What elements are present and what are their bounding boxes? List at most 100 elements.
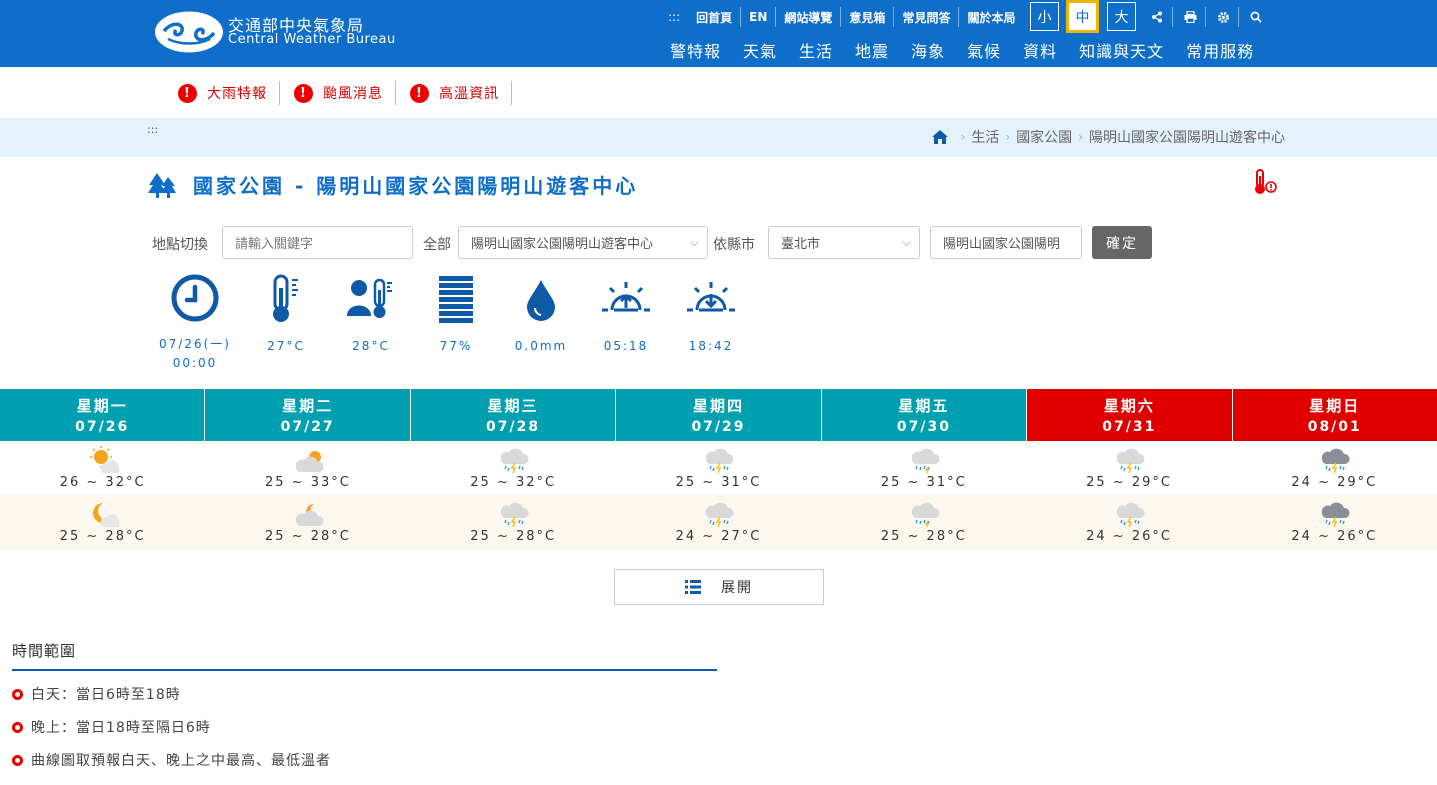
link-sitemap[interactable]: 網站導覽: [776, 9, 840, 26]
day-name: 星期二: [282, 397, 334, 415]
nav-data[interactable]: 資料: [1023, 38, 1057, 62]
day-temp-range: 25 ~ 29°C: [1086, 475, 1172, 490]
location-switch-label: 地點切換: [152, 237, 208, 253]
breadcrumb-current: 陽明山國家公園陽明山遊客中心: [1089, 130, 1285, 146]
nav-climate[interactable]: 氣候: [967, 38, 1001, 62]
location-select[interactable]: 陽明山國家公園陽明山遊客中心 ⌵: [458, 226, 708, 259]
night-temp-range: 25 ~ 28°C: [265, 529, 351, 544]
high-temp-icon[interactable]: [1252, 168, 1278, 196]
breadcrumb-national-park[interactable]: 國家公園: [1016, 127, 1072, 147]
nav-earthquake[interactable]: 地震: [855, 38, 889, 62]
link-english[interactable]: EN: [741, 10, 775, 24]
confirm-button[interactable]: 確定: [1092, 226, 1152, 259]
sunrise-icon: [602, 282, 650, 312]
forecast-day-cell[interactable]: 25 ~ 32°C: [411, 441, 616, 495]
thunder-rain-icon: [706, 448, 735, 474]
day-date: 07/28: [486, 419, 541, 435]
alert-label: 大雨特報: [207, 86, 267, 102]
bullet-icon: [12, 754, 23, 766]
forecast-day-cell[interactable]: 24 ~ 29°C: [1232, 441, 1437, 495]
current-time-date: 07/26(一): [159, 337, 231, 351]
font-size-small-button[interactable]: 小: [1030, 2, 1059, 31]
forecast-night-cell[interactable]: 25 ~ 28°C: [821, 495, 1026, 549]
day-temp-range: 24 ~ 29°C: [1291, 475, 1378, 490]
thermometer-icon: [273, 274, 298, 322]
expand-button[interactable]: 展開: [614, 569, 824, 605]
day-name: 星期一: [76, 397, 128, 415]
cwb-logo[interactable]: [154, 11, 224, 53]
settings-icon[interactable]: [1214, 8, 1232, 26]
chevron-down-icon: ⌵: [689, 235, 699, 249]
sunset-icon: [687, 282, 735, 312]
note-text: 晚上：當日18時至隔日6時: [31, 720, 211, 736]
tree-icon: [148, 172, 176, 198]
nav-weather[interactable]: 天氣: [743, 38, 777, 62]
forecast-night-cell[interactable]: 25 ~ 28°C: [205, 495, 410, 549]
forecast-day-cell[interactable]: 26 ~ 32°C: [0, 441, 205, 495]
cloudy-moon-icon: [295, 504, 324, 526]
forecast-night-cell[interactable]: 25 ~ 28°C: [411, 495, 616, 549]
exclamation-icon: !: [178, 83, 197, 103]
current-sunset: 18:42: [669, 274, 753, 356]
current-time-hour: 00:00: [172, 356, 218, 370]
forecast-night-cell[interactable]: 24 ~ 27°C: [616, 495, 821, 549]
thunder-rain-icon: [1116, 448, 1145, 474]
note-text: 白天：當日6時至18時: [31, 687, 181, 703]
chevron-right-icon: ›: [1005, 130, 1011, 144]
day-date: 07/29: [691, 419, 746, 435]
day-date: 07/26: [75, 419, 130, 435]
nav-life[interactable]: 生活: [799, 38, 833, 62]
link-about[interactable]: 關於本局: [959, 9, 1023, 26]
forecast-day-header: 星期三 07/28: [410, 389, 617, 441]
search-icon[interactable]: [1247, 8, 1265, 26]
accesskey-header[interactable]: :::: [660, 10, 688, 24]
forecast-day-cell[interactable]: 25 ~ 31°C: [616, 441, 821, 495]
link-faq[interactable]: 常見問答: [894, 9, 958, 26]
share-icon[interactable]: [1148, 8, 1166, 26]
forecast-day-cell[interactable]: 25 ~ 31°C: [821, 441, 1026, 495]
link-feedback[interactable]: 意見箱: [841, 9, 893, 26]
note-night: 晚上：當日18時至隔日6時: [12, 717, 211, 737]
forecast-day-header: 星期六 07/31: [1027, 389, 1233, 441]
alert-heavy-rain[interactable]: ! 大雨特報: [178, 81, 280, 105]
bullet-icon: [12, 721, 23, 733]
alert-high-temp[interactable]: ! 高溫資訊: [410, 81, 512, 105]
font-size-medium-button[interactable]: 中: [1066, 0, 1099, 33]
forecast-night-row: 25 ~ 28°C 25 ~ 28°C 25 ~ 28°C 24 ~ 27°C 25 ~…: [0, 495, 1437, 549]
all-label: 全部: [423, 237, 451, 253]
thunder-rain-icon: [706, 502, 735, 528]
county-select[interactable]: 臺北市 ⌵: [768, 226, 920, 259]
site-select[interactable]: 陽明山國家公園陽明: [930, 226, 1082, 259]
forecast-night-cell[interactable]: 24 ~ 26°C: [1026, 495, 1231, 549]
day-date: 08/01: [1307, 419, 1362, 435]
day-temp-range: 26 ~ 32°C: [59, 475, 146, 490]
rain-icon: [911, 502, 940, 528]
font-size-large-button[interactable]: 大: [1107, 2, 1136, 31]
thunder-rain-icon: [501, 448, 529, 474]
forecast-day-cell[interactable]: 25 ~ 29°C: [1026, 441, 1231, 495]
nav-knowledge[interactable]: 知識與天文: [1079, 38, 1164, 62]
breadcrumb-life[interactable]: 生活: [971, 127, 999, 147]
forecast-night-cell[interactable]: 24 ~ 26°C: [1232, 495, 1437, 549]
day-name: 星期五: [898, 397, 950, 415]
current-sunrise-value: 05:18: [603, 339, 649, 353]
nav-marine[interactable]: 海象: [911, 38, 945, 62]
keyword-search-input[interactable]: 請輸入關鍵字: [222, 226, 413, 259]
home-icon[interactable]: [931, 129, 949, 145]
alert-typhoon[interactable]: ! 颱風消息: [294, 81, 396, 105]
current-temp-value: 27°C: [267, 339, 305, 353]
nav-warnings[interactable]: 警特報: [670, 38, 721, 62]
link-home[interactable]: 回首頁: [688, 9, 740, 26]
day-name: 星期日: [1309, 397, 1361, 415]
current-rain: 0.0mm: [499, 274, 583, 356]
time-range-divider: [12, 669, 717, 671]
forecast-night-cell[interactable]: 25 ~ 28°C: [0, 495, 205, 549]
forecast-day-cell[interactable]: 25 ~ 33°C: [205, 441, 410, 495]
moon-cloudy-icon: [92, 503, 119, 527]
nav-services[interactable]: 常用服務: [1186, 38, 1254, 62]
accesskey-content[interactable]: :::: [147, 123, 158, 136]
utility-nav: ::: 回首頁 EN 網站導覽 意見箱 常見問答 關於本局: [660, 0, 1023, 34]
print-icon[interactable]: [1181, 8, 1199, 26]
day-temp-range: 25 ~ 33°C: [265, 475, 351, 490]
forecast-day-headers: 星期一 07/26 星期二 07/27 星期三 07/28 星期四 07/29 星期五 07/30…: [0, 389, 1437, 441]
